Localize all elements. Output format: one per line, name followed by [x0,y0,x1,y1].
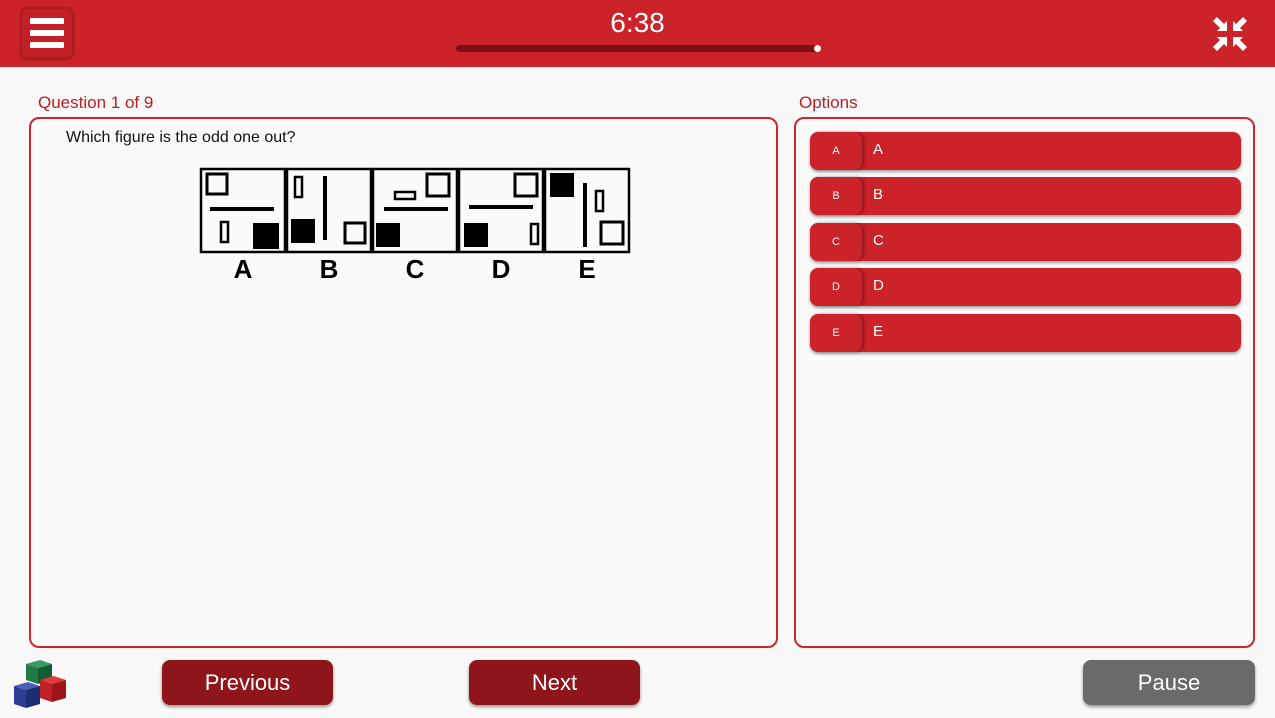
cubes-logo [14,660,66,708]
figure-b-shapes [291,175,367,245]
timer-progress-bar [456,45,821,52]
option-key: C [810,223,862,261]
option-d[interactable]: D D [810,268,1241,306]
option-b[interactable]: B B [810,177,1241,215]
collapse-button[interactable] [1211,15,1249,53]
previous-button[interactable]: Previous [162,660,333,705]
option-key: D [810,268,862,306]
question-counter: Question 1 of 9 [38,93,154,112]
pause-button[interactable]: Pause [1083,660,1255,705]
figure-c-shapes [376,172,451,247]
option-c[interactable]: C C [810,223,1241,261]
top-bar: 6:38 [0,0,1275,67]
figure-label-e: E [578,254,595,284]
option-key: E [810,314,862,352]
figure-label-c: C [406,254,425,284]
timer-progress-knob [814,45,821,52]
figure-d-shapes [464,172,540,247]
option-key: A [810,132,862,170]
option-key: B [810,177,862,215]
options-panel: A A B B C C D D E E [794,117,1255,648]
question-panel: Which figure is the odd one out? A B C D… [29,117,778,648]
option-label: C [873,232,884,249]
figure-label-a: A [234,254,253,284]
timer-progress-fill [456,45,820,52]
figure-label-b: B [320,254,339,284]
figure-label-d: D [492,254,511,284]
next-button[interactable]: Next [469,660,640,705]
question-text: Which figure is the odd one out? [66,129,296,146]
option-label: E [873,323,884,340]
option-label: A [873,141,884,158]
figure-e-shapes [550,173,625,247]
option-e[interactable]: E E [810,314,1241,352]
question-figure: A B C D E [199,167,631,284]
options-title: Options [799,93,858,112]
option-label: B [873,186,884,203]
figure-a-shapes [205,172,279,249]
collapse-icon [1213,17,1247,51]
option-label: D [873,277,884,294]
timer: 6:38 [610,7,665,38]
option-a[interactable]: A A [810,132,1241,170]
